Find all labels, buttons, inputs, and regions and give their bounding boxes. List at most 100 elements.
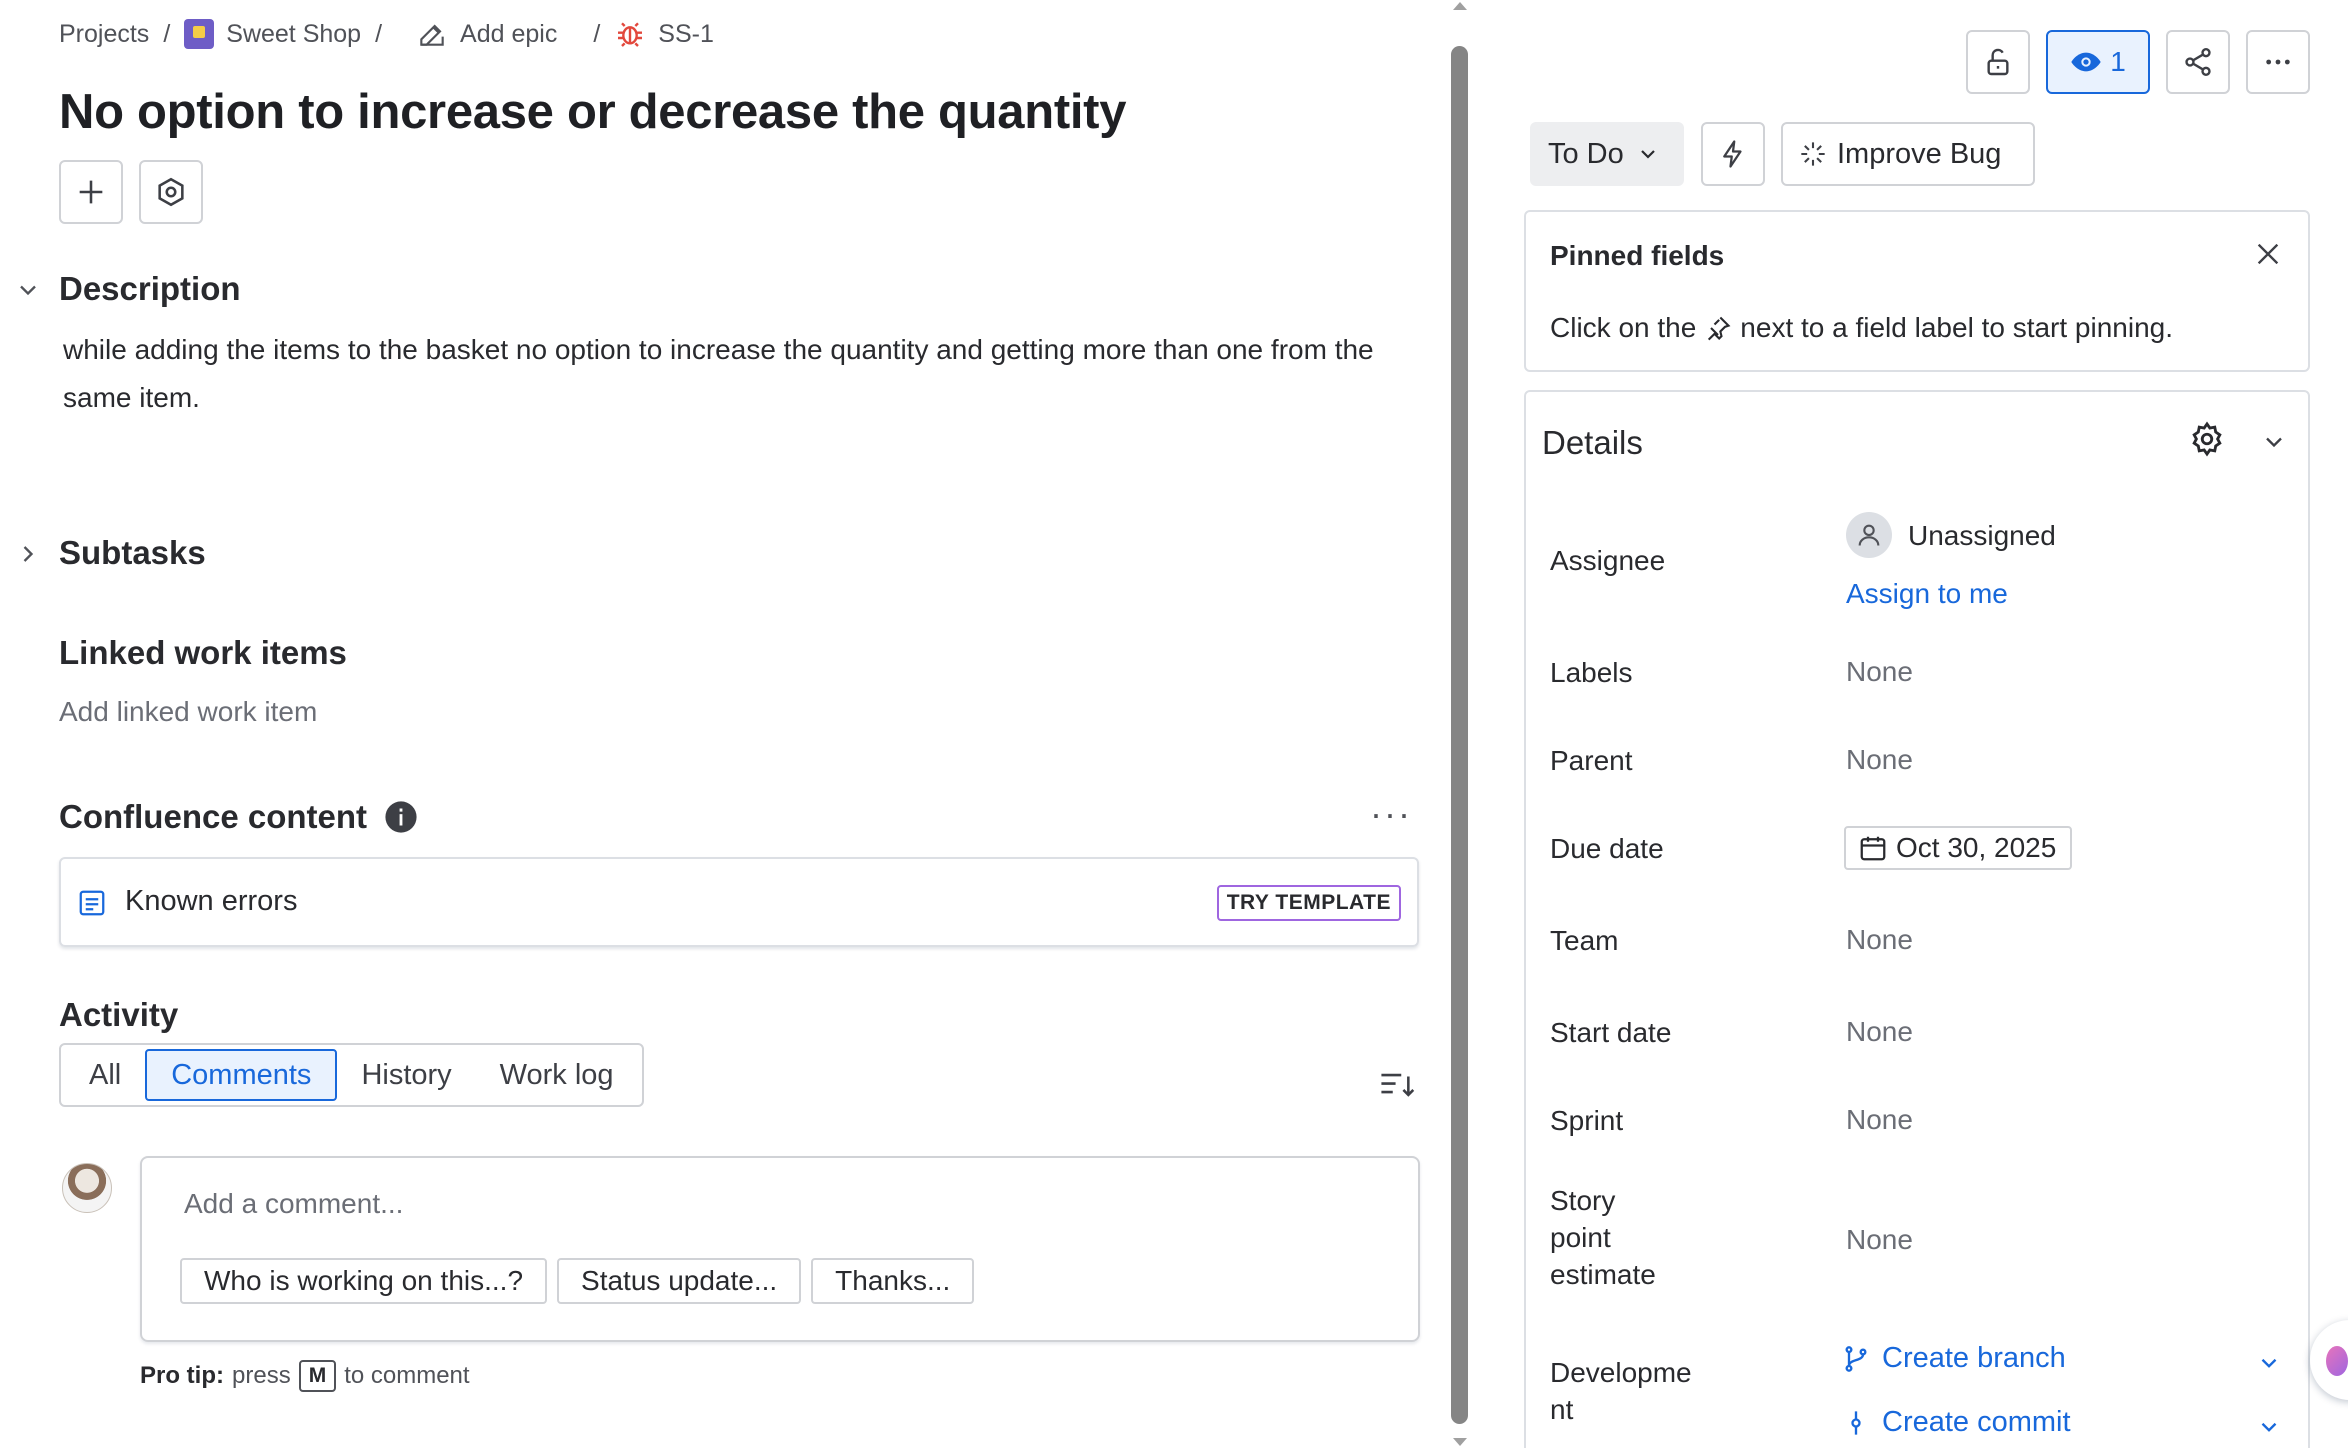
try-template-button[interactable]: TRY TEMPLATE (1216, 885, 1401, 921)
more-actions-button[interactable] (2246, 30, 2310, 94)
confluence-card[interactable]: Known errors TRY TEMPLATE (59, 857, 1419, 947)
unassigned-avatar[interactable] (1846, 512, 1892, 558)
tab-history[interactable]: History (337, 1049, 475, 1101)
tab-work-log[interactable]: Work log (476, 1049, 638, 1101)
status-dropdown[interactable]: To Do (1530, 122, 1684, 186)
suggestion-status-update[interactable]: Status update... (557, 1258, 802, 1304)
chevron-down-icon[interactable] (2260, 428, 2288, 456)
commit-icon (1851, 1410, 1861, 1435)
document-icon (79, 890, 105, 916)
pinned-hint-before: Click on the (1550, 312, 1697, 343)
subtasks-heading[interactable]: Subtasks (59, 534, 206, 572)
improve-bug-button[interactable]: Improve Bug (1781, 122, 2035, 186)
project-avatar-icon (184, 19, 215, 49)
assignee-value[interactable]: Unassigned (1908, 520, 2056, 552)
apps-button[interactable] (139, 160, 203, 224)
comment-editor[interactable]: Add a comment... Who is working on this.… (140, 1156, 1420, 1342)
create-branch-link[interactable]: Create branch (1842, 1342, 2066, 1375)
sprint-value[interactable]: None (1846, 1104, 1913, 1136)
restrictions-button[interactable] (1966, 30, 2030, 94)
ai-sparkle-icon (1801, 142, 1825, 166)
confluence-item-label: Known errors (125, 885, 298, 917)
hexagon-icon (158, 177, 184, 207)
story-label-line-1: Story (1550, 1185, 1616, 1216)
eye-icon (2071, 52, 2101, 72)
story-label-line-2: point (1550, 1222, 1611, 1253)
sprint-label: Sprint (1550, 1105, 1624, 1136)
assign-to-me-link[interactable]: Assign to me (1846, 578, 2008, 610)
due-date-text: Oct 30, 2025 (1896, 832, 2057, 863)
development-label-line-2: nt (1550, 1394, 1574, 1425)
improve-bug-label: Improve Bug (1837, 137, 2002, 170)
chevron-down-icon (1640, 150, 1655, 159)
suggestion-thanks[interactable]: Thanks... (811, 1258, 975, 1304)
scroll-up-arrow-icon[interactable] (1451, 0, 1469, 12)
more-icon[interactable]: ··· (1370, 796, 1412, 832)
page-title[interactable]: No option to increase or decrease the qu… (59, 84, 1126, 140)
due-date-label: Due date (1550, 833, 1664, 864)
description-heading: Description (59, 270, 241, 307)
sort-icon[interactable] (1378, 1068, 1416, 1102)
plus-icon (79, 180, 103, 204)
team-value[interactable]: None (1846, 924, 1913, 956)
create-commit-link[interactable]: Create commit (1842, 1406, 2071, 1439)
suggestion-who-is-working[interactable]: Who is working on this...? (180, 1258, 548, 1304)
chevron-right-icon[interactable] (14, 540, 42, 568)
pin-icon (1708, 316, 1731, 341)
avatar (62, 1163, 112, 1213)
chevron-down-icon[interactable] (14, 276, 42, 304)
tab-all[interactable]: All (65, 1049, 145, 1101)
start-date-value[interactable]: None (1846, 1016, 1913, 1048)
breadcrumb-add-epic[interactable]: Add epic (416, 18, 557, 50)
details-panel: Details Assignee Unassigned Assign to me… (1524, 390, 2310, 1448)
info-icon[interactable] (384, 800, 418, 834)
due-date-value[interactable]: Oct 30, 2025 (1844, 826, 2073, 870)
activity-heading: Activity (59, 996, 179, 1033)
scroll-down-arrow-icon[interactable] (1451, 1436, 1469, 1448)
description-text[interactable]: while adding the items to the basket no … (63, 326, 1403, 422)
linked-work-items-heading: Linked work items (59, 634, 347, 671)
activity-tabs: All Comments History Work log (59, 1043, 644, 1107)
breadcrumb-project-label: Sweet Shop (226, 19, 362, 48)
assignee-label: Assignee (1550, 545, 1666, 576)
breadcrumb-issue-key-label: SS-1 (658, 19, 714, 48)
parent-value[interactable]: None (1846, 744, 1913, 776)
gear-icon[interactable] (2188, 420, 2226, 458)
tab-comments[interactable]: Comments (145, 1049, 338, 1101)
edit-icon (420, 24, 444, 46)
share-button[interactable] (2166, 30, 2230, 94)
bug-icon (618, 22, 643, 47)
close-icon[interactable] (2252, 238, 2284, 270)
pro-tip-label: Pro tip: (140, 1362, 224, 1389)
details-title[interactable]: Details (1542, 424, 1643, 462)
breadcrumb-issue-key[interactable]: SS-1 (614, 18, 714, 50)
breadcrumb-project[interactable]: Sweet Shop (184, 19, 361, 49)
breadcrumb-projects[interactable]: Projects (59, 20, 149, 49)
labels-label: Labels (1550, 657, 1633, 688)
pinned-hint-after: next to a field label to start pinning. (1740, 312, 2174, 343)
pinned-fields-card: Pinned fields Click on the next to a fie… (1524, 210, 2310, 372)
create-branch-label: Create branch (1882, 1342, 2066, 1374)
pro-tip-press: press (232, 1362, 291, 1389)
labels-value[interactable]: None (1846, 656, 1913, 688)
issue-sidebar: 1 To Do Improve Bug Pinned fields Click … (1500, 0, 2348, 1448)
breadcrumb: Projects / Sweet Shop / Add epic / SS-1 (59, 18, 714, 50)
comment-suggestions: Who is working on this...? Status update… (180, 1258, 975, 1304)
development-label: Developme nt (1550, 1354, 1692, 1428)
breadcrumb-separator: / (593, 19, 601, 48)
story-point-estimate-value[interactable]: None (1846, 1224, 1913, 1256)
comment-placeholder[interactable]: Add a comment... (184, 1188, 403, 1220)
pro-tip: Pro tip: press M to comment (140, 1360, 470, 1392)
scrollbar-thumb[interactable] (1451, 46, 1468, 1424)
unlock-icon (1987, 48, 2009, 76)
chevron-down-icon[interactable] (2256, 1350, 2282, 1376)
parent-label: Parent (1550, 745, 1633, 776)
story-label-line-3: estimate (1550, 1259, 1656, 1290)
watch-button[interactable]: 1 (2046, 30, 2150, 94)
add-linked-work-item[interactable]: Add linked work item (59, 696, 317, 728)
status-label: To Do (1548, 137, 1624, 170)
chevron-down-icon[interactable] (2256, 1414, 2282, 1440)
add-button[interactable] (59, 160, 123, 224)
automation-button[interactable] (1701, 122, 1765, 186)
pinned-fields-title: Pinned fields (1550, 240, 1725, 271)
